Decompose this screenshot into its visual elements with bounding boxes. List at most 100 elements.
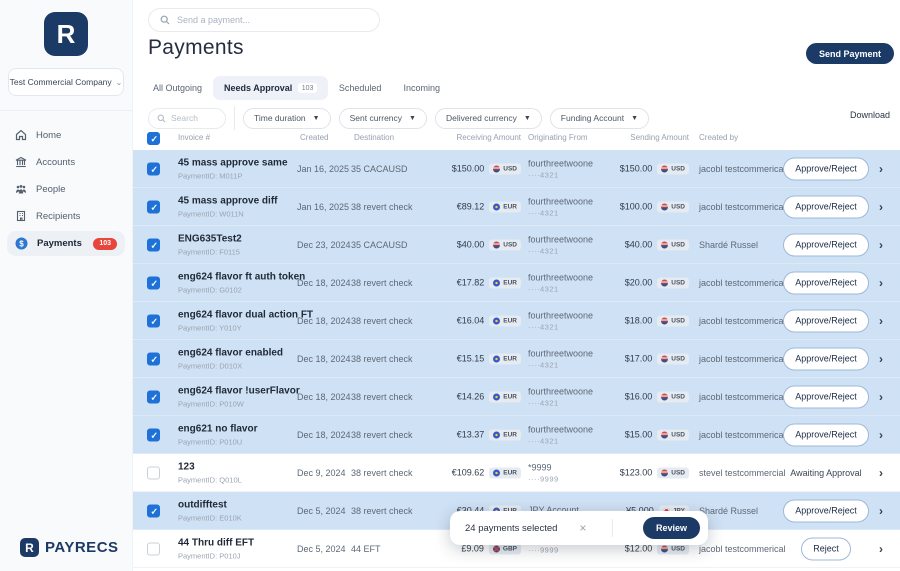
table-row[interactable]: 123 PaymentID: Q010L Dec 9, 2024 38 reve… bbox=[133, 454, 900, 492]
currency-flag-icon bbox=[661, 545, 668, 552]
sidebar-item-accounts[interactable]: Accounts bbox=[7, 150, 125, 174]
table-row[interactable]: eng624 flavor ft auth token PaymentID: G… bbox=[133, 264, 900, 302]
currency-flag-icon bbox=[661, 355, 668, 362]
chevron-right-icon[interactable]: › bbox=[879, 238, 883, 252]
chevron-right-icon[interactable]: › bbox=[879, 390, 883, 404]
currency-flag-icon bbox=[661, 393, 668, 400]
sending-amount-cell: $17.00 USD bbox=[581, 353, 689, 364]
close-icon[interactable]: × bbox=[579, 521, 586, 535]
global-search[interactable] bbox=[148, 8, 380, 32]
sidebar-item-recipients[interactable]: Recipients bbox=[7, 204, 125, 228]
chevron-right-icon[interactable]: › bbox=[879, 504, 883, 518]
time-duration-dropdown[interactable]: Time duration▼ bbox=[243, 108, 331, 129]
action-button[interactable]: Approve/Reject bbox=[783, 195, 869, 218]
row-checkbox[interactable] bbox=[147, 238, 160, 251]
invoice-cell: ENG635Test2 PaymentID: F0115 bbox=[178, 233, 242, 256]
payments-count-badge: 103 bbox=[93, 238, 117, 250]
receiving-currency-badge: EUR bbox=[489, 391, 521, 402]
tab-scheduled[interactable]: Scheduled bbox=[328, 76, 393, 100]
table-search[interactable] bbox=[148, 108, 226, 129]
payment-id: PaymentID: P010W bbox=[178, 399, 300, 408]
chevron-right-icon[interactable]: › bbox=[879, 162, 883, 176]
table-row[interactable]: eng621 no flavor PaymentID: P010U Dec 18… bbox=[133, 416, 900, 454]
action-button[interactable]: Approve/Reject bbox=[783, 347, 869, 370]
row-checkbox[interactable] bbox=[147, 162, 160, 175]
table-row[interactable]: eng624 flavor !userFlavor PaymentID: P01… bbox=[133, 378, 900, 416]
send-payment-button[interactable]: Send Payment bbox=[806, 43, 894, 64]
funding-account-dropdown[interactable]: Funding Account▼ bbox=[550, 108, 649, 129]
row-checkbox[interactable] bbox=[147, 504, 160, 517]
action-button[interactable]: Approve/Reject bbox=[783, 385, 869, 408]
sending-amount: $17.00 bbox=[625, 354, 653, 364]
invoice-name: eng624 flavor enabled bbox=[178, 347, 283, 358]
action-button[interactable]: Reject bbox=[801, 537, 851, 560]
action-cell: Approve/Reject bbox=[783, 157, 869, 180]
table-row[interactable]: eng624 flavor dual action FT PaymentID: … bbox=[133, 302, 900, 340]
action-button[interactable]: Approve/Reject bbox=[783, 271, 869, 294]
company-selector[interactable]: Test Commercial Company ⌄ bbox=[8, 68, 124, 96]
receiving-amount-cell: €89.12 EUR bbox=[403, 201, 521, 212]
sidebar-item-label: People bbox=[36, 184, 66, 195]
chevron-right-icon[interactable]: › bbox=[879, 200, 883, 214]
home-icon bbox=[15, 129, 27, 141]
chevron-right-icon[interactable]: › bbox=[879, 542, 883, 556]
action-cell: Awaiting Approval bbox=[783, 468, 869, 478]
table-row[interactable]: eng624 flavor enabled PaymentID: D010X D… bbox=[133, 340, 900, 378]
payment-id: PaymentID: Y010Y bbox=[178, 323, 313, 332]
created-by: jacobl testcommerical bbox=[699, 202, 791, 212]
delivered-currency-dropdown[interactable]: Delivered currency▼ bbox=[435, 108, 542, 129]
action-button[interactable]: Approve/Reject bbox=[783, 423, 869, 446]
row-checkbox[interactable] bbox=[147, 276, 160, 289]
created-date: Dec 23, 2024 bbox=[297, 240, 351, 250]
chevron-right-icon[interactable]: › bbox=[879, 352, 883, 366]
sending-amount: $18.00 bbox=[625, 316, 653, 326]
action-button[interactable]: Approve/Reject bbox=[783, 157, 869, 180]
download-link[interactable]: Download bbox=[850, 110, 890, 120]
status-text: Awaiting Approval bbox=[790, 468, 861, 478]
payment-id: PaymentID: W011N bbox=[178, 209, 277, 218]
currency-flag-icon bbox=[493, 469, 500, 476]
sent-currency-dropdown[interactable]: Sent currency▼ bbox=[339, 108, 427, 129]
table-search-input[interactable] bbox=[171, 113, 219, 123]
sidebar-item-payments[interactable]: $ Payments 103 bbox=[7, 231, 125, 256]
sidebar-item-home[interactable]: Home bbox=[7, 123, 125, 147]
row-checkbox[interactable] bbox=[147, 352, 160, 365]
chevron-down-icon: ▼ bbox=[409, 115, 416, 122]
row-checkbox[interactable] bbox=[147, 314, 160, 327]
chevron-right-icon[interactable]: › bbox=[879, 466, 883, 480]
table-row[interactable]: 45 mass approve same PaymentID: M011P Ja… bbox=[133, 150, 900, 188]
filter-divider bbox=[234, 106, 235, 130]
chevron-right-icon[interactable]: › bbox=[879, 276, 883, 290]
chevron-right-icon[interactable]: › bbox=[879, 314, 883, 328]
select-all-checkbox[interactable] bbox=[147, 132, 160, 145]
action-cell: Approve/Reject bbox=[783, 347, 869, 370]
created-date: Jan 16, 2025 bbox=[297, 202, 349, 212]
action-button[interactable]: Approve/Reject bbox=[783, 499, 869, 522]
tab-all-outgoing[interactable]: All Outgoing bbox=[142, 76, 213, 100]
brand-footer: R PAYRECS bbox=[20, 538, 119, 557]
row-checkbox[interactable] bbox=[147, 390, 160, 403]
currency-flag-icon bbox=[493, 431, 500, 438]
sidebar-item-label: Payments bbox=[37, 238, 82, 249]
chevron-right-icon[interactable]: › bbox=[879, 428, 883, 442]
global-search-input[interactable] bbox=[177, 15, 368, 25]
tab-needs-approval[interactable]: Needs Approval 103 bbox=[213, 76, 328, 100]
row-checkbox[interactable] bbox=[147, 542, 160, 555]
chevron-down-icon: ▼ bbox=[313, 115, 320, 122]
review-button[interactable]: Review bbox=[643, 517, 700, 539]
action-button[interactable]: Approve/Reject bbox=[783, 309, 869, 332]
row-checkbox[interactable] bbox=[147, 200, 160, 213]
currency-flag-icon bbox=[661, 203, 668, 210]
invoice-name: eng624 flavor !userFlavor bbox=[178, 385, 300, 396]
action-button[interactable]: Approve/Reject bbox=[783, 233, 869, 256]
payments-icon: $ bbox=[15, 237, 28, 250]
table-row[interactable]: 45 mass approve diff PaymentID: W011N Ja… bbox=[133, 188, 900, 226]
row-checkbox[interactable] bbox=[147, 466, 160, 479]
row-checkbox[interactable] bbox=[147, 428, 160, 441]
invoice-name: 44 Thru diff EFT bbox=[178, 537, 254, 548]
invoice-cell: 123 PaymentID: Q010L bbox=[178, 461, 242, 484]
sidebar-item-people[interactable]: People bbox=[7, 177, 125, 201]
currency-flag-icon bbox=[493, 317, 500, 324]
table-row[interactable]: ENG635Test2 PaymentID: F0115 Dec 23, 202… bbox=[133, 226, 900, 264]
tab-incoming[interactable]: Incoming bbox=[392, 76, 451, 100]
